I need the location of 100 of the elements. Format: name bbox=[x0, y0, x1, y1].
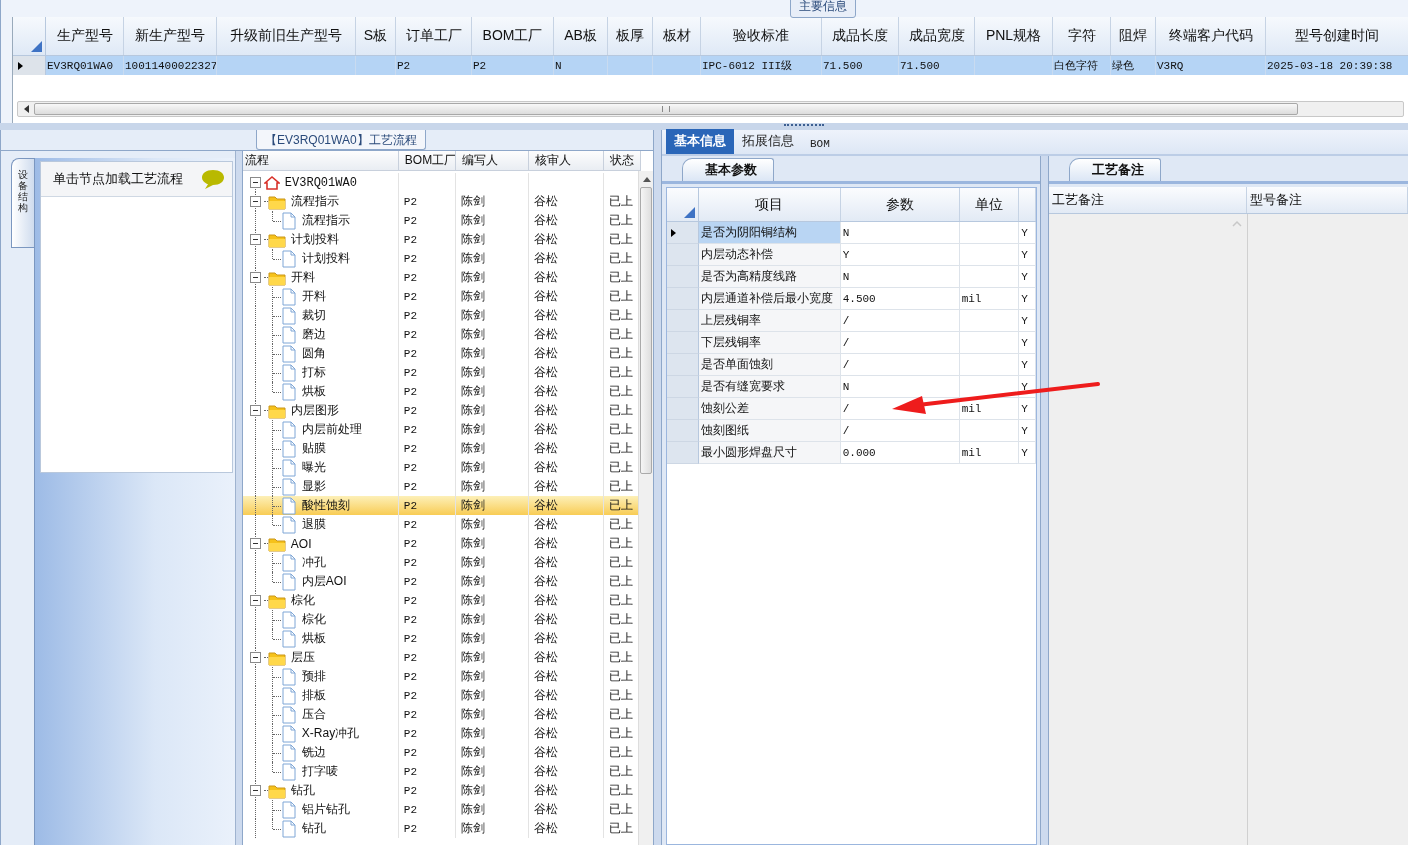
tree-row[interactable]: 酸性蚀刻 P2 陈剑 谷松 已上 bbox=[242, 496, 641, 515]
column-header[interactable]: 成品长度 bbox=[822, 17, 899, 55]
table-cell: 陈剑 bbox=[460, 744, 485, 761]
table-cell: 谷松 bbox=[533, 611, 558, 628]
document-icon bbox=[280, 724, 297, 743]
table-cell: 71.500 bbox=[900, 59, 940, 72]
table-cell: 谷松 bbox=[533, 212, 558, 229]
column-header[interactable]: 核审人 bbox=[528, 151, 604, 170]
table-cell: 是否为高精度线路 bbox=[699, 266, 841, 288]
table-cell: 已上 bbox=[608, 250, 633, 267]
expand-toggle[interactable] bbox=[249, 177, 261, 188]
table-cell: Y bbox=[1019, 442, 1036, 464]
column-header[interactable]: 终端客户代码 bbox=[1156, 17, 1266, 55]
column-header[interactable]: 字符 bbox=[1053, 17, 1111, 55]
table-cell: 已上 bbox=[608, 668, 633, 685]
expand-toggle[interactable] bbox=[249, 538, 261, 549]
tree-node-label: 开料 bbox=[290, 269, 315, 286]
column-header[interactable]: 板材 bbox=[653, 17, 701, 55]
tab[interactable]: 基本信息 bbox=[666, 129, 734, 154]
horizontal-scrollbar[interactable] bbox=[17, 101, 1404, 117]
column-header[interactable]: 板厚 bbox=[608, 17, 653, 55]
table-cell: 蚀刻公差 bbox=[699, 398, 841, 420]
tab[interactable]: BOM bbox=[802, 135, 838, 154]
table-cell: 已上 bbox=[608, 421, 633, 438]
table-cell: 谷松 bbox=[533, 383, 558, 400]
column-header[interactable]: 新生产型号 bbox=[124, 17, 217, 55]
column-header[interactable]: 订单工厂 bbox=[396, 17, 472, 55]
scroll-left-icon[interactable] bbox=[24, 105, 29, 113]
table-cell: 陈剑 bbox=[460, 364, 485, 381]
table-cell: P2 bbox=[403, 252, 418, 265]
table-cell: 谷松 bbox=[533, 402, 558, 419]
column-header[interactable]: S板 bbox=[356, 17, 396, 55]
table-cell: mil bbox=[959, 442, 1020, 464]
tab[interactable]: 工艺备注 bbox=[1069, 158, 1161, 181]
table-cell: 已上 bbox=[608, 231, 633, 248]
table-cell bbox=[959, 332, 1020, 354]
table-cell: 4.500 bbox=[840, 288, 960, 310]
table-cell: 陈剑 bbox=[460, 573, 485, 590]
table-cell: 陈剑 bbox=[460, 706, 485, 723]
tree-node-label: 计划投料 bbox=[301, 250, 350, 267]
column-header[interactable]: 流程 bbox=[242, 151, 399, 170]
vertical-tab[interactable]: 设备结构 bbox=[11, 158, 34, 248]
column-header[interactable]: 项目 bbox=[699, 188, 841, 221]
table-cell: 已上 bbox=[608, 497, 633, 514]
column-header[interactable]: BOM工厂 bbox=[472, 17, 554, 55]
vertical-scrollbar[interactable] bbox=[638, 171, 653, 845]
table-cell: 谷松 bbox=[533, 725, 558, 742]
table-cell bbox=[959, 244, 1020, 266]
expand-toggle[interactable] bbox=[249, 652, 261, 663]
expand-toggle[interactable] bbox=[249, 234, 261, 245]
column-header[interactable]: 验收标准 bbox=[701, 17, 822, 55]
tree-node-label: 棕化 bbox=[290, 592, 315, 609]
document-icon bbox=[280, 819, 297, 838]
table-cell: Y bbox=[1019, 288, 1036, 310]
table-cell: P2 bbox=[403, 537, 418, 550]
table-cell: 已上 bbox=[608, 402, 633, 419]
tree-node-label: 流程指示 bbox=[290, 193, 339, 210]
table-cell: P2 bbox=[403, 385, 418, 398]
column-header[interactable]: AB板 bbox=[554, 17, 608, 55]
expand-toggle[interactable] bbox=[249, 785, 261, 796]
expand-toggle[interactable] bbox=[249, 272, 261, 283]
tree-node-label: 曝光 bbox=[301, 459, 326, 476]
table-cell: 已上 bbox=[608, 383, 633, 400]
column-header[interactable]: 编写人 bbox=[455, 151, 529, 170]
table-cell: 谷松 bbox=[533, 231, 558, 248]
table-cell: 已上 bbox=[608, 516, 633, 533]
column-header[interactable]: 状态 bbox=[603, 151, 641, 170]
column-header[interactable]: BOM工厂 bbox=[398, 151, 456, 170]
table-cell: P2 bbox=[403, 822, 418, 835]
table-cell: P2 bbox=[403, 803, 418, 816]
column-header[interactable]: 参数 bbox=[840, 188, 960, 221]
table-cell: 已上 bbox=[608, 687, 633, 704]
table-cell: / bbox=[840, 332, 960, 354]
column-header[interactable]: 生产型号 bbox=[46, 17, 124, 55]
document-icon bbox=[280, 705, 297, 724]
column-header[interactable]: 单位 bbox=[959, 188, 1020, 221]
expand-toggle[interactable] bbox=[249, 196, 261, 207]
column-header[interactable]: 成品宽度 bbox=[899, 17, 975, 55]
expand-toggle[interactable] bbox=[249, 405, 261, 416]
table-cell: 谷松 bbox=[533, 326, 558, 343]
tab[interactable]: 拓展信息 bbox=[734, 129, 802, 154]
table-row[interactable]: EV3RQ01WA0 10011400022327 P2 P2 N IPC-6012 III级 71.500 71.500 白色字符 绿色 V3RQ 2025-03-18 20:39:38 bbox=[13, 56, 1408, 75]
table-cell: N bbox=[555, 59, 562, 72]
column-header[interactable]: 型号备注 bbox=[1247, 187, 1408, 213]
tab[interactable]: 基本参数 bbox=[682, 158, 774, 181]
scroll-thumb[interactable] bbox=[34, 103, 1298, 115]
table-cell: P2 bbox=[403, 708, 418, 721]
column-header[interactable]: 工艺备注 bbox=[1049, 187, 1247, 213]
scroll-thumb[interactable] bbox=[640, 187, 652, 474]
column-header[interactable]: PNL规格 bbox=[975, 17, 1053, 55]
table-cell: P2 bbox=[403, 290, 418, 303]
document-icon bbox=[280, 439, 297, 458]
column-header[interactable]: 阻焊 bbox=[1111, 17, 1156, 55]
expand-toggle[interactable] bbox=[249, 595, 261, 606]
document-icon bbox=[280, 211, 297, 230]
column-header[interactable]: 型号创建时间 bbox=[1266, 17, 1408, 55]
column-header[interactable]: 升级前旧生产型号 bbox=[217, 17, 356, 55]
table-cell: mil bbox=[959, 288, 1020, 310]
table-cell: Y bbox=[840, 244, 960, 266]
table-cell: 已上 bbox=[608, 592, 633, 609]
